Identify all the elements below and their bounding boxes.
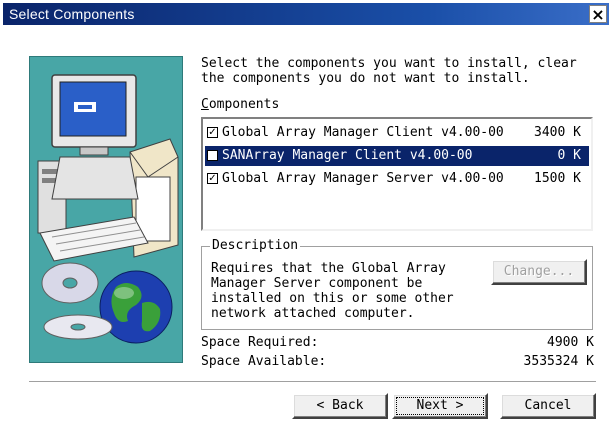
component-row-selected[interactable]: SANArray Manager Client v4.00-00 0 K [205,146,589,166]
computer-illustration [37,74,179,344]
components-list[interactable]: ✓ Global Array Manager Client v4.00-00 3… [201,117,593,231]
globe-icon [99,270,173,344]
checkbox-checked-icon[interactable]: ✓ [207,173,218,184]
checkbox-unchecked-icon[interactable] [207,150,218,161]
window-title: Select Components [9,6,135,22]
back-button[interactable]: < Back [292,393,388,419]
space-available-value: 3535324 K [523,354,594,369]
space-required-label: Space Required: [201,335,319,350]
components-label-hotkey: C [201,97,209,112]
space-available-label: Space Available: [201,354,327,369]
components-label: Components [201,97,279,112]
component-name: SANArray Manager Client v4.00-00 [222,148,473,163]
cancel-button[interactable]: Cancel [500,393,596,419]
title-bar[interactable]: Select Components × [3,3,609,25]
component-size: 3400 K [534,125,581,140]
component-row[interactable]: ✓ Global Array Manager Server v4.00-00 1… [205,169,589,189]
next-button[interactable]: Next > [392,393,488,419]
intro-text: Select the components you want to instal… [201,56,577,86]
component-size: 1500 K [534,171,581,186]
components-label-rest: omponents [208,97,280,112]
component-size: 0 K [557,148,581,163]
wizard-illustration [29,56,183,363]
checkbox-checked-icon[interactable]: ✓ [207,127,218,138]
component-row[interactable]: ✓ Global Array Manager Client v4.00-00 3… [205,123,589,143]
description-text: Requires that the Global Array Manager S… [211,261,454,321]
component-name: Global Array Manager Server v4.00-00 [222,171,504,186]
select-components-dialog: Select Components × Select the component… [0,0,612,428]
description-legend: Description [210,238,301,253]
component-name: Global Array Manager Client v4.00-00 [222,125,504,140]
space-required-value: 4900 K [547,335,594,350]
change-button[interactable]: Change... [491,259,587,285]
separator [29,381,596,383]
close-icon[interactable]: × [589,5,607,24]
